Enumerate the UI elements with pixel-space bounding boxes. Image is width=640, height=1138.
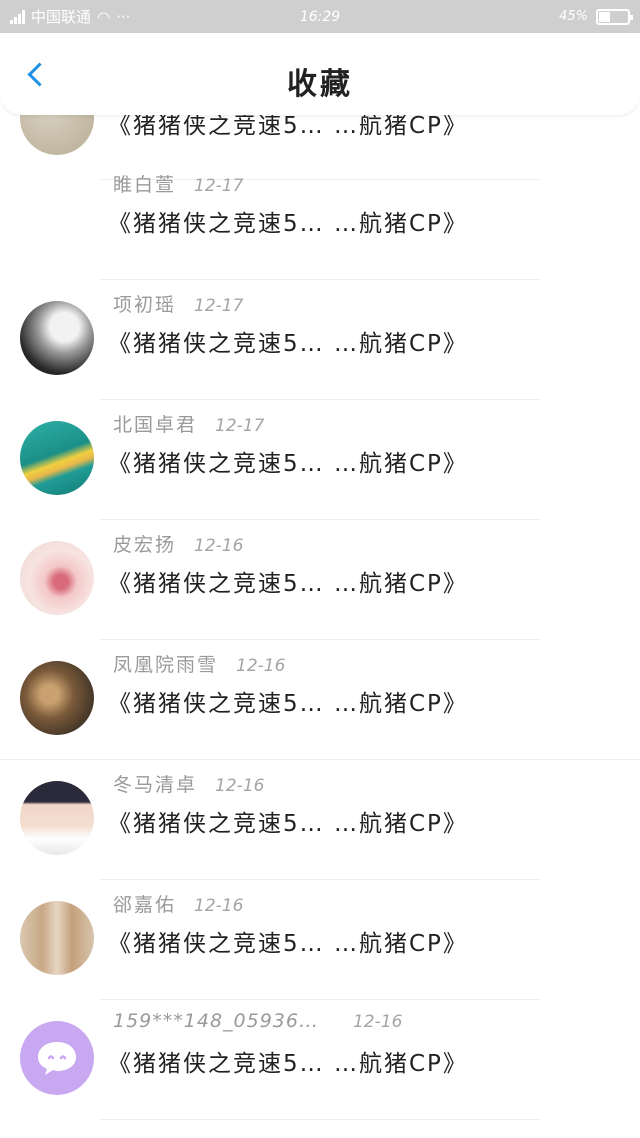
list-item[interactable]: 皮宏扬 12-16 《猪猪侠之竞速5… …航猪CP》 (0, 520, 640, 640)
chat-bubble-icon (38, 1042, 76, 1075)
list-item[interactable]: 郤嘉佑 12-16 《猪猪侠之竞速5… …航猪CP》 (0, 880, 640, 1000)
favorites-screen: 《猪猪侠之竞速5… …航猪CP》 睢白萱 12-17 《猪猪侠之竞速5… …航猪… (0, 0, 640, 1138)
item-title: 《猪猪侠之竞速5… …航猪CP》 (108, 451, 468, 477)
user-name[interactable]: 凤凰院雨雪 (113, 650, 218, 677)
item-date: 12-16 (215, 776, 265, 796)
item-title: 《猪猪侠之竞速5… …航猪CP》 (108, 571, 468, 597)
user-name[interactable]: 159***148_05936… (113, 1010, 319, 1032)
list-item[interactable]: 睢白萱 12-17 《猪猪侠之竞速5… …航猪CP》 (0, 160, 640, 280)
nav-header: 收藏 (0, 33, 640, 115)
item-date: 12-16 (194, 536, 244, 556)
avatar[interactable] (20, 1021, 94, 1095)
avatar[interactable] (20, 661, 94, 735)
list-item[interactable]: 冬马清卓 12-16 《猪猪侠之竞速5… …航猪CP》 (0, 760, 640, 880)
item-date: 12-16 (236, 656, 286, 676)
status-bar: 中国联通 ◠ ··· 16:29 45% (0, 0, 640, 33)
avatar[interactable] (20, 421, 94, 495)
page-title: 收藏 (287, 67, 353, 102)
item-title: 《猪猪侠之竞速5… …航猪CP》 (108, 931, 468, 957)
item-date: 12-16 (194, 896, 244, 916)
list-item[interactable]: 凤凰院雨雪 12-16 《猪猪侠之竞速5… …航猪CP》 (0, 640, 640, 760)
item-title: 《猪猪侠之竞速5… …航猪CP》 (108, 1051, 468, 1077)
user-name[interactable]: 北国卓君 (113, 410, 197, 437)
item-date: 12-17 (194, 176, 244, 196)
list-item[interactable]: 159***148_05936… 12-16 《猪猪侠之竞速5… …航猪CP》 (0, 1000, 640, 1120)
avatar[interactable] (20, 301, 94, 375)
battery-icon (596, 8, 633, 25)
avatar[interactable] (20, 901, 94, 975)
divider (100, 1119, 540, 1120)
item-title: 《猪猪侠之竞速5… …航猪CP》 (108, 331, 468, 357)
user-name[interactable]: 皮宏扬 (113, 530, 176, 557)
item-date: 12-16 (352, 1012, 403, 1032)
item-title: 《猪猪侠之竞速5… …航猪CP》 (108, 691, 468, 717)
user-name[interactable]: 睢白萱 (113, 170, 176, 197)
item-title: 《猪猪侠之竞速5… …航猪CP》 (108, 811, 468, 837)
list-item[interactable]: 北国卓君 12-17 《猪猪侠之竞速5… …航猪CP》 (0, 400, 640, 520)
user-name[interactable]: 项初瑶 (113, 290, 176, 317)
list-item[interactable]: 项初瑶 12-17 《猪猪侠之竞速5… …航猪CP》 (0, 280, 640, 400)
user-name[interactable]: 郤嘉佑 (113, 890, 176, 917)
avatar[interactable] (20, 541, 94, 615)
clock: 16:29 (299, 8, 341, 25)
item-date: 12-17 (215, 416, 265, 436)
avatar[interactable] (20, 781, 94, 855)
item-title: 《猪猪侠之竞速5… …航猪CP》 (108, 211, 468, 237)
item-date: 12-17 (194, 296, 244, 316)
user-name[interactable]: 冬马清卓 (113, 770, 197, 797)
